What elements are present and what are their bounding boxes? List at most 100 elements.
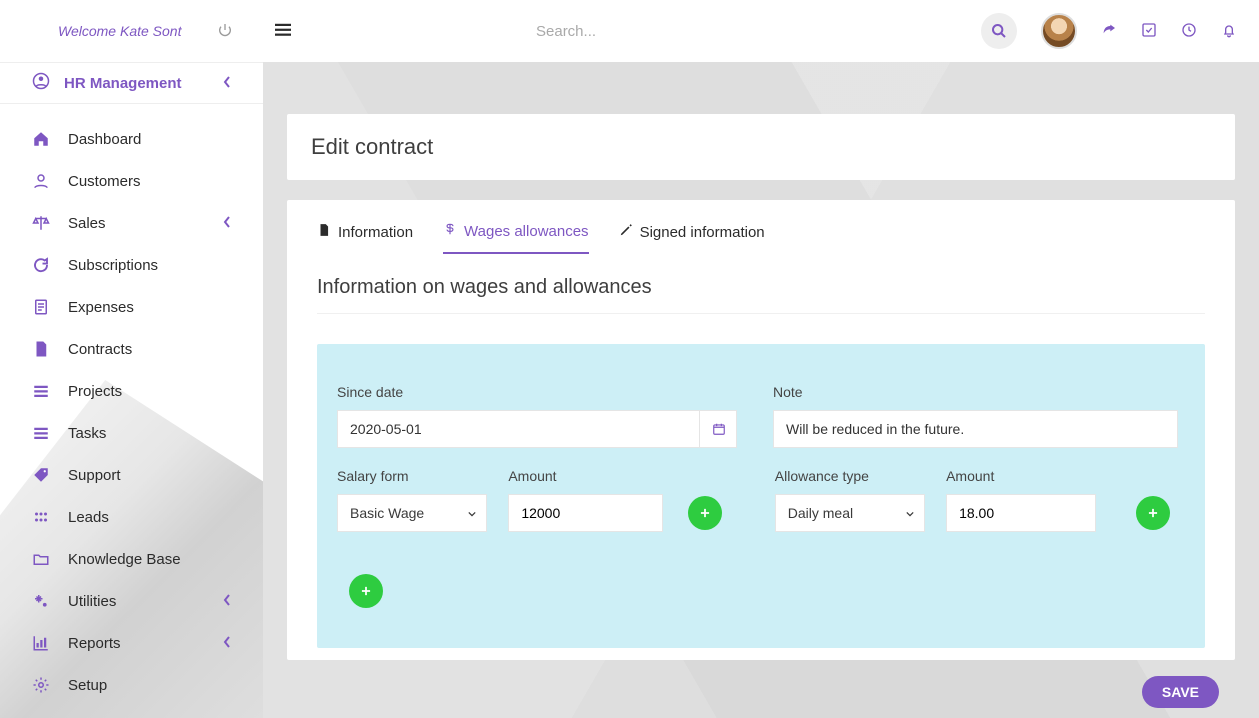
sidebar-item-dashboard[interactable]: Dashboard (0, 118, 263, 160)
bell-icon[interactable] (1221, 22, 1237, 41)
sidebar-item-label: Reports (68, 635, 121, 652)
tab-information-label: Information (338, 224, 413, 241)
search-input[interactable] (536, 23, 736, 40)
allowance-type-value: Daily meal (788, 505, 853, 521)
user-icon (32, 172, 54, 190)
allowance-type-dropdown[interactable]: Daily meal (775, 494, 925, 532)
scales-icon (32, 214, 54, 232)
sidebar: Welcome Kate Sont HR Management Dashboar… (0, 0, 263, 718)
sidebar-item-label: Leads (68, 509, 109, 526)
tabs: Information Wages allowances Signed info… (287, 200, 1235, 254)
caret-down-icon (468, 505, 476, 521)
sidebar-menu: Dashboard Customers Sales Subscriptions Expe… (0, 104, 263, 706)
sidebar-item-label: Utilities (68, 593, 116, 610)
gear-icon (32, 676, 54, 694)
avatar[interactable] (1041, 13, 1077, 49)
salary-amount-input[interactable] (508, 494, 663, 532)
sidebar-item-label: Setup (68, 677, 107, 694)
tag-icon (32, 466, 54, 484)
salary-amount-label: Amount (508, 468, 679, 484)
sidebar-item-label: Sales (68, 215, 106, 232)
salary-form-dropdown[interactable]: Basic Wage (337, 494, 487, 532)
dollar-icon (443, 222, 457, 240)
allowance-amount-label: Amount (946, 468, 1108, 484)
tab-signed[interactable]: Signed information (619, 222, 765, 254)
document-icon (317, 223, 331, 241)
page-title: Edit contract (311, 134, 1211, 160)
chart-icon (32, 634, 54, 652)
since-date-input[interactable] (337, 410, 737, 448)
doc-icon (32, 298, 54, 316)
sidebar-item-label: Knowledge Base (68, 551, 181, 568)
share-icon[interactable] (1101, 22, 1117, 41)
wage-panel: Since date Note Salary form (317, 344, 1205, 648)
pencil-icon (619, 223, 633, 241)
sidebar-item-label: Tasks (68, 425, 106, 442)
folder-icon (32, 550, 54, 568)
sidebar-item-contracts[interactable]: Contracts (0, 328, 263, 370)
tab-information[interactable]: Information (317, 222, 413, 254)
sidebar-item-utilities[interactable]: Utilities (0, 580, 263, 622)
sidebar-item-knowledge-base[interactable]: Knowledge Base (0, 538, 263, 580)
calendar-icon[interactable] (699, 410, 737, 448)
salary-form-value: Basic Wage (350, 505, 424, 521)
note-input[interactable] (773, 410, 1178, 448)
bars-icon (32, 424, 54, 442)
topbar (263, 0, 1259, 62)
refresh-icon (32, 256, 54, 274)
file-icon (32, 340, 54, 358)
caret-down-icon (906, 505, 914, 521)
chevron-left-icon (223, 75, 231, 92)
dots-icon (32, 508, 54, 526)
chevron-left-icon (223, 635, 231, 652)
add-allowance-button[interactable] (1136, 496, 1170, 530)
chevron-left-icon (223, 593, 231, 610)
sidebar-item-label: Expenses (68, 299, 134, 316)
power-icon[interactable] (217, 22, 233, 38)
user-circle-icon (32, 72, 50, 94)
hamburger-icon[interactable] (275, 23, 291, 40)
add-salary-button[interactable] (688, 496, 722, 530)
card-title: Edit contract (287, 114, 1235, 180)
tab-wages-label: Wages allowances (464, 223, 589, 240)
sidebar-section-hr[interactable]: HR Management (0, 62, 263, 104)
sidebar-item-label: Contracts (68, 341, 132, 358)
sidebar-item-label: Customers (68, 173, 141, 190)
sidebar-item-label: Support (68, 467, 121, 484)
sidebar-item-reports[interactable]: Reports (0, 622, 263, 664)
sidebar-item-label: Projects (68, 383, 122, 400)
section-heading: Information on wages and allowances (287, 254, 1235, 313)
tab-signed-label: Signed information (640, 224, 765, 241)
sidebar-item-support[interactable]: Support (0, 454, 263, 496)
tab-wages[interactable]: Wages allowances (443, 222, 589, 254)
sidebar-item-projects[interactable]: Projects (0, 370, 263, 412)
since-label: Since date (337, 384, 741, 400)
sidebar-item-label: Subscriptions (68, 257, 158, 274)
content-area: Edit contract Information Wages allowanc… (263, 62, 1259, 718)
note-label: Note (773, 384, 1185, 400)
home-icon (32, 130, 54, 148)
divider (317, 313, 1205, 314)
sidebar-item-sales[interactable]: Sales (0, 202, 263, 244)
allowance-type-label: Allowance type (775, 468, 946, 484)
salary-form-label: Salary form (337, 468, 508, 484)
sidebar-item-customers[interactable]: Customers (0, 160, 263, 202)
clock-icon[interactable] (1181, 22, 1197, 41)
search-button[interactable] (981, 13, 1017, 49)
sidebar-item-label: Dashboard (68, 131, 141, 148)
sidebar-section-label: HR Management (64, 75, 182, 92)
sidebar-item-expenses[interactable]: Expenses (0, 286, 263, 328)
sidebar-item-subscriptions[interactable]: Subscriptions (0, 244, 263, 286)
welcome-text: Welcome Kate Sont (58, 23, 181, 39)
sidebar-item-setup[interactable]: Setup (0, 664, 263, 706)
chevron-left-icon (223, 215, 231, 232)
allowance-amount-input[interactable] (946, 494, 1096, 532)
sidebar-item-leads[interactable]: Leads (0, 496, 263, 538)
card-main: Information Wages allowances Signed info… (287, 200, 1235, 660)
bars-icon (32, 382, 54, 400)
save-button[interactable]: SAVE (1142, 676, 1219, 708)
gears-icon (32, 592, 54, 610)
add-row-button[interactable] (349, 574, 383, 608)
sidebar-item-tasks[interactable]: Tasks (0, 412, 263, 454)
check-square-icon[interactable] (1141, 22, 1157, 41)
